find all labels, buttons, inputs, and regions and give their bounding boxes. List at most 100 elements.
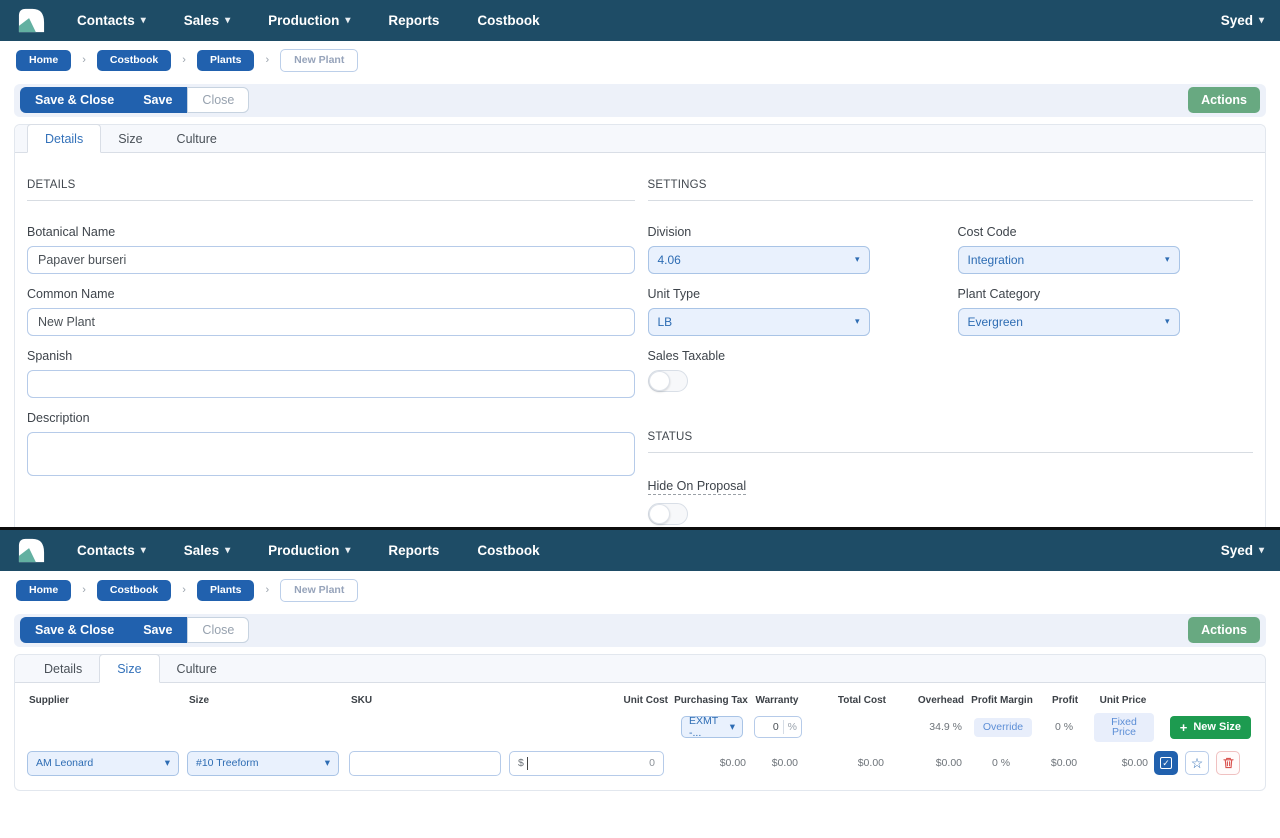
nav-item-contacts[interactable]: Contacts▾: [77, 543, 146, 558]
delete-button[interactable]: [1216, 751, 1240, 775]
details-screen: Contacts▾ Sales▾ Production▾ Reports Cos…: [0, 0, 1280, 527]
chevron-right-icon: ›: [82, 54, 86, 66]
favorite-button[interactable]: ☆: [1185, 751, 1209, 775]
breadcrumb-current: New Plant: [280, 579, 358, 602]
profit-percent: 0 %: [1038, 719, 1094, 735]
caret-down-icon: ▾: [1165, 316, 1170, 327]
hide-on-proposal-toggle[interactable]: [648, 503, 688, 525]
unit-type-label: Unit Type: [648, 287, 870, 301]
caret-down-icon: ▾: [165, 757, 170, 769]
chevron-right-icon: ›: [82, 584, 86, 596]
col-overhead: Overhead: [890, 693, 968, 708]
supplier-select[interactable]: AM Leonard▾: [27, 751, 179, 776]
purchasing-tax-select[interactable]: EXMT -...▾: [681, 716, 743, 738]
col-sku: SKU: [349, 693, 509, 708]
save-and-close-button[interactable]: Save & Close: [20, 617, 128, 643]
botanical-name-label: Botanical Name: [27, 225, 635, 239]
botanical-name-input[interactable]: [27, 246, 635, 274]
caret-down-icon: ▾: [855, 254, 860, 265]
details-form: DETAILS Botanical Name Common Name Spani…: [15, 153, 1265, 528]
action-toolbar: Save & Close Save Close Actions: [14, 614, 1266, 647]
tab-size[interactable]: Size: [101, 125, 159, 152]
breadcrumb-plants[interactable]: Plants: [197, 50, 255, 71]
unit-cost-input[interactable]: $ 0: [509, 751, 664, 776]
division-select[interactable]: 4.06▾: [648, 246, 870, 274]
nav-item-costbook[interactable]: Costbook: [477, 13, 539, 28]
col-total-cost: Total Cost: [804, 693, 890, 708]
sales-taxable-toggle[interactable]: [648, 370, 688, 392]
app-logo-icon[interactable]: [16, 536, 47, 565]
cost-code-label: Cost Code: [958, 225, 1180, 239]
close-button[interactable]: Close: [187, 87, 249, 113]
details-panel: Details Size Culture DETAILS Botanical N…: [14, 124, 1266, 528]
top-navbar: Contacts▾ Sales▾ Production▾ Reports Cos…: [0, 530, 1280, 571]
action-toolbar: Save & Close Save Close Actions: [14, 84, 1266, 117]
fixed-price-chip[interactable]: Fixed Price: [1094, 713, 1154, 742]
nav-item-production[interactable]: Production▾: [268, 13, 350, 28]
row-checkbox[interactable]: ✓: [1154, 751, 1178, 775]
nav-item-contacts[interactable]: Contacts▾: [77, 13, 146, 28]
toggle-knob: [649, 504, 670, 524]
caret-down-icon: ▾: [225, 545, 230, 556]
division-label: Division: [648, 225, 870, 239]
tab-culture[interactable]: Culture: [160, 655, 234, 682]
close-button[interactable]: Close: [187, 617, 249, 643]
cost-code-select[interactable]: Integration▾: [958, 246, 1180, 274]
tab-size[interactable]: Size: [99, 654, 159, 683]
caret-down-icon: ▾: [730, 721, 735, 733]
breadcrumb-costbook[interactable]: Costbook: [97, 50, 171, 71]
purchasing-tax-value: $0.00: [672, 755, 752, 771]
nav-item-reports[interactable]: Reports: [388, 543, 439, 558]
breadcrumb: Home › Costbook › Plants › New Plant: [0, 41, 1280, 82]
nav-item-sales[interactable]: Sales▾: [184, 543, 230, 558]
star-icon: ☆: [1191, 755, 1204, 772]
breadcrumb-costbook[interactable]: Costbook: [97, 580, 171, 601]
caret-down-icon: ▾: [345, 545, 350, 556]
nav-item-reports[interactable]: Reports: [388, 13, 439, 28]
save-button-group: Save & Close Save Close: [20, 617, 249, 643]
actions-button[interactable]: Actions: [1188, 617, 1260, 643]
user-menu[interactable]: Syed▾: [1221, 543, 1264, 558]
app-logo-icon[interactable]: [16, 6, 47, 35]
unit-price-value: $0.00: [1094, 755, 1154, 771]
caret-down-icon: ▾: [141, 545, 146, 556]
tab-culture[interactable]: Culture: [160, 125, 234, 152]
overhead-value: $0.00: [890, 755, 968, 771]
col-warranty: Warranty: [752, 693, 804, 708]
user-menu[interactable]: Syed▾: [1221, 13, 1264, 28]
size-table: Supplier Size SKU Unit Cost Purchasing T…: [15, 683, 1265, 790]
checkbox-icon: ✓: [1160, 757, 1172, 769]
common-name-input[interactable]: [27, 308, 635, 336]
sku-input[interactable]: [349, 751, 501, 776]
breadcrumb-plants[interactable]: Plants: [197, 580, 255, 601]
nav-item-production[interactable]: Production▾: [268, 543, 350, 558]
nav-item-sales[interactable]: Sales▾: [184, 13, 230, 28]
spanish-input[interactable]: [27, 370, 635, 398]
common-name-label: Common Name: [27, 287, 635, 301]
nav-item-costbook[interactable]: Costbook: [477, 543, 539, 558]
col-supplier: Supplier: [27, 693, 187, 708]
breadcrumb-home[interactable]: Home: [16, 580, 71, 601]
override-chip[interactable]: Override: [974, 718, 1032, 737]
new-size-button[interactable]: + New Size: [1170, 716, 1251, 739]
warranty-percent-input[interactable]: 0 %: [754, 716, 802, 738]
unit-type-select[interactable]: LB▾: [648, 308, 870, 336]
tab-details[interactable]: Details: [27, 655, 99, 682]
save-and-close-button[interactable]: Save & Close: [20, 87, 128, 113]
plant-category-select[interactable]: Evergreen▾: [958, 308, 1180, 336]
tab-details[interactable]: Details: [27, 124, 101, 153]
actions-button[interactable]: Actions: [1188, 87, 1260, 113]
section-header-details: DETAILS: [27, 179, 635, 201]
breadcrumb-home[interactable]: Home: [16, 50, 71, 71]
save-button[interactable]: Save: [128, 87, 187, 113]
top-navbar: Contacts▾ Sales▾ Production▾ Reports Cos…: [0, 0, 1280, 41]
caret-down-icon: ▾: [141, 15, 146, 26]
size-select[interactable]: #10 Treeform▾: [187, 751, 339, 776]
caret-down-icon: ▾: [325, 757, 330, 769]
description-label: Description: [27, 411, 635, 425]
breadcrumb: Home › Costbook › Plants › New Plant: [0, 571, 1280, 612]
description-textarea[interactable]: [27, 432, 635, 476]
caret-down-icon: ▾: [1165, 254, 1170, 265]
caret-down-icon: ▾: [1259, 15, 1264, 26]
save-button[interactable]: Save: [128, 617, 187, 643]
